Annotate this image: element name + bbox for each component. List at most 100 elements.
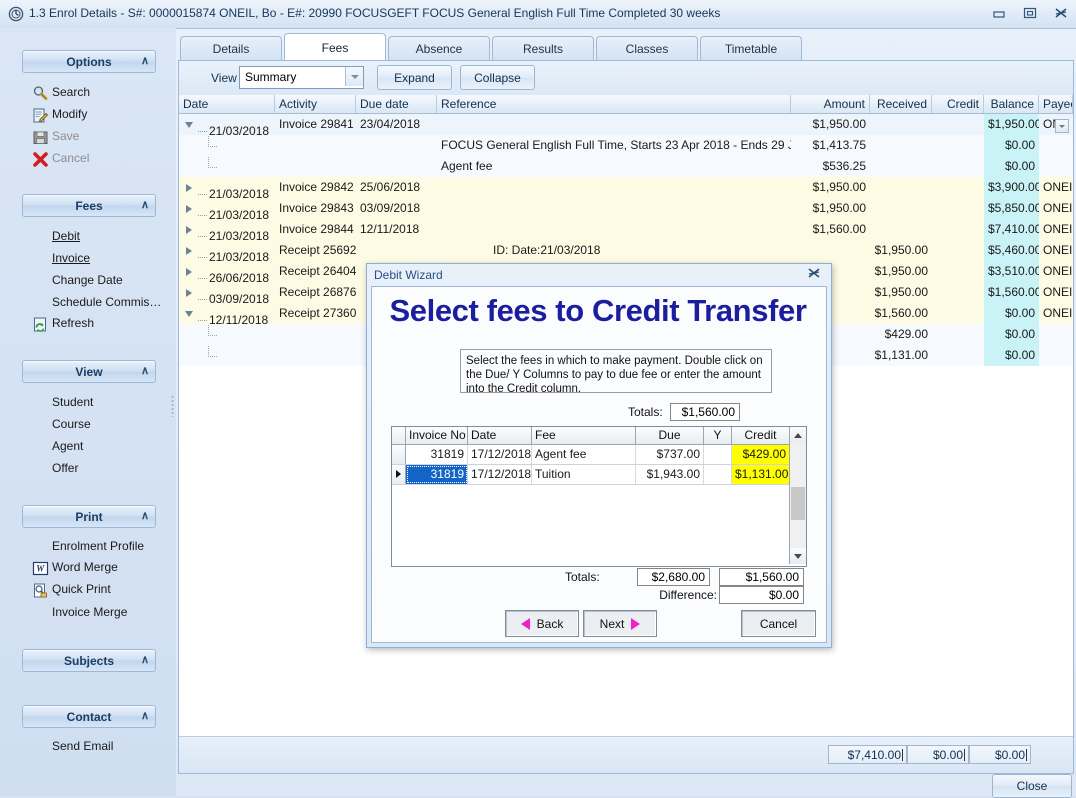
- fee-due[interactable]: $737.00: [636, 445, 704, 464]
- col-activity[interactable]: Activity: [275, 95, 356, 113]
- row-expander[interactable]: [183, 240, 198, 261]
- tab-timetable[interactable]: Timetable: [700, 36, 802, 61]
- table-row[interactable]: 21/03/2018 Receipt 25692 ID: Date:21/03/…: [179, 240, 1073, 261]
- sidebar-item-invoice[interactable]: Invoice: [52, 251, 90, 265]
- cell-balance: $5,850.00: [984, 198, 1039, 219]
- table-row[interactable]: 21/03/2018 Invoice 29844 12/11/2018 $1,5…: [179, 219, 1073, 240]
- close-button[interactable]: Close: [992, 774, 1072, 798]
- window-titlebar: 1.3 Enrol Details - S#: 0000015874 ONEIL…: [0, 0, 1076, 29]
- sidebar-group-fees[interactable]: Fees ∧: [22, 194, 156, 217]
- sidebar-item-student[interactable]: Student: [52, 395, 93, 409]
- row-expander[interactable]: [183, 219, 198, 240]
- sidebar-item-debit[interactable]: Debit: [52, 229, 80, 243]
- dcol-y[interactable]: Y: [704, 427, 732, 444]
- cancel-button[interactable]: Cancel: [741, 610, 816, 637]
- sidebar-group-label: Options: [66, 55, 111, 69]
- col-received[interactable]: Received: [870, 95, 932, 113]
- sidebar-group-view[interactable]: View ∧: [22, 360, 156, 383]
- next-button[interactable]: Next: [583, 610, 657, 637]
- dcol-date[interactable]: Date: [468, 427, 532, 444]
- row-expander[interactable]: [183, 282, 198, 303]
- sidebar-item-modify[interactable]: Modify: [52, 107, 87, 121]
- expand-button[interactable]: Expand: [377, 65, 452, 90]
- scroll-up-icon[interactable]: [790, 427, 806, 443]
- sidebar-item-send-email[interactable]: Send Email: [52, 739, 113, 753]
- fee-row[interactable]: 31819 17/12/2018 Tuition $1,943.00 $1,13…: [392, 465, 806, 485]
- row-expander[interactable]: [183, 177, 198, 198]
- sidebar-item-schedule-commission[interactable]: Schedule Commis…: [52, 295, 161, 309]
- application-window: 1.3 Enrol Details - S#: 0000015874 ONEIL…: [0, 0, 1076, 796]
- maximize-icon[interactable]: [1021, 5, 1039, 21]
- sidebar-group-contact[interactable]: Contact ∧: [22, 705, 156, 728]
- close-icon[interactable]: [1052, 5, 1070, 21]
- tab-fees[interactable]: Fees: [284, 33, 386, 61]
- cell-due-date: 23/04/2018: [356, 114, 437, 135]
- tab-details[interactable]: Details: [180, 36, 282, 61]
- sidebar-item-enrolment-profile[interactable]: Enrolment Profile: [52, 539, 144, 553]
- cell-reference: [437, 114, 791, 135]
- fee-due[interactable]: $1,943.00: [636, 465, 704, 484]
- payee-dropdown-icon[interactable]: [1055, 119, 1069, 133]
- col-reference[interactable]: Reference: [437, 95, 791, 113]
- fee-credit[interactable]: $429.00: [732, 445, 790, 464]
- sidebar-item-save[interactable]: Save: [52, 129, 79, 143]
- col-due-date[interactable]: Due date: [356, 95, 437, 113]
- fee-row[interactable]: 31819 17/12/2018 Agent fee $737.00 $429.…: [392, 445, 806, 465]
- row-expander[interactable]: [183, 303, 198, 324]
- dcol-invoice-no[interactable]: Invoice No: [406, 427, 468, 444]
- scroll-down-icon[interactable]: [790, 548, 806, 564]
- splitter-handle[interactable]: [171, 395, 174, 417]
- sidebar-group-label: Print: [75, 510, 102, 524]
- sidebar-item-word-merge[interactable]: Word Merge: [52, 560, 118, 574]
- sidebar-item-offer[interactable]: Offer: [52, 461, 78, 475]
- sidebar-group-options[interactable]: Options ∧: [22, 50, 156, 73]
- dcol-fee[interactable]: Fee: [532, 427, 636, 444]
- fee-y-flag[interactable]: [704, 465, 732, 484]
- table-row[interactable]: 21/03/2018 Invoice 29842 25/06/2018 $1,9…: [179, 177, 1073, 198]
- table-row[interactable]: 21/03/2018 Invoice 29843 03/09/2018 $1,9…: [179, 198, 1073, 219]
- dcol-due[interactable]: Due: [636, 427, 704, 444]
- sidebar-item-label: Modify: [52, 107, 87, 121]
- cell-credit: [932, 282, 984, 303]
- collapse-button[interactable]: Collapse: [460, 65, 535, 90]
- sidebar-item-invoice-merge[interactable]: Invoice Merge: [52, 605, 127, 619]
- cell-activity: Receipt 26876: [275, 282, 356, 303]
- scrollbar-thumb[interactable]: [791, 487, 805, 520]
- row-expander[interactable]: [183, 198, 198, 219]
- tab-absence[interactable]: Absence: [388, 36, 490, 61]
- col-amount[interactable]: Amount: [791, 95, 870, 113]
- fee-credit[interactable]: $1,131.00: [732, 465, 790, 484]
- sidebar-item-course[interactable]: Course: [52, 417, 91, 431]
- sidebar-item-quick-print[interactable]: Quick Print: [52, 582, 111, 596]
- chevron-down-icon[interactable]: [345, 67, 363, 86]
- sidebar-item-refresh[interactable]: Refresh: [52, 316, 94, 330]
- tab-results[interactable]: Results: [492, 36, 594, 61]
- tab-classes[interactable]: Classes: [596, 36, 698, 61]
- table-row[interactable]: Agent fee $536.25 $0.00: [179, 156, 1073, 177]
- sidebar-item-search[interactable]: Search: [52, 85, 90, 99]
- table-row[interactable]: FOCUS General English Full Time, Starts …: [179, 135, 1073, 156]
- view-select[interactable]: Summary: [239, 66, 364, 89]
- dcol-credit[interactable]: Credit: [732, 427, 790, 444]
- row-expander[interactable]: [183, 114, 198, 135]
- col-date[interactable]: Date: [179, 95, 275, 113]
- difference-value: $0.00: [719, 586, 804, 604]
- col-credit[interactable]: Credit: [932, 95, 984, 113]
- back-button[interactable]: Back: [505, 610, 579, 637]
- col-balance[interactable]: Balance: [984, 95, 1039, 113]
- sidebar-group-subjects[interactable]: Subjects ∧: [22, 649, 156, 672]
- table-row[interactable]: 21/03/2018 Invoice 29841 23/04/2018 $1,9…: [179, 114, 1073, 135]
- fee-y-flag[interactable]: [704, 445, 732, 464]
- cell-balance: $3,510.00: [984, 261, 1039, 282]
- sidebar-item-change-date[interactable]: Change Date: [52, 273, 123, 287]
- sidebar-group-print[interactable]: Print ∧: [22, 505, 156, 528]
- close-icon[interactable]: [807, 267, 821, 282]
- minimize-icon[interactable]: [990, 5, 1008, 21]
- cell-activity: Receipt 26404: [275, 261, 356, 282]
- grid-scrollbar[interactable]: [789, 427, 806, 564]
- sidebar-item-cancel[interactable]: Cancel: [52, 151, 89, 165]
- sidebar-item-agent[interactable]: Agent: [52, 439, 83, 453]
- row-expander[interactable]: [183, 261, 198, 282]
- cell-activity: [275, 156, 356, 177]
- col-payee[interactable]: Payee: [1039, 95, 1073, 113]
